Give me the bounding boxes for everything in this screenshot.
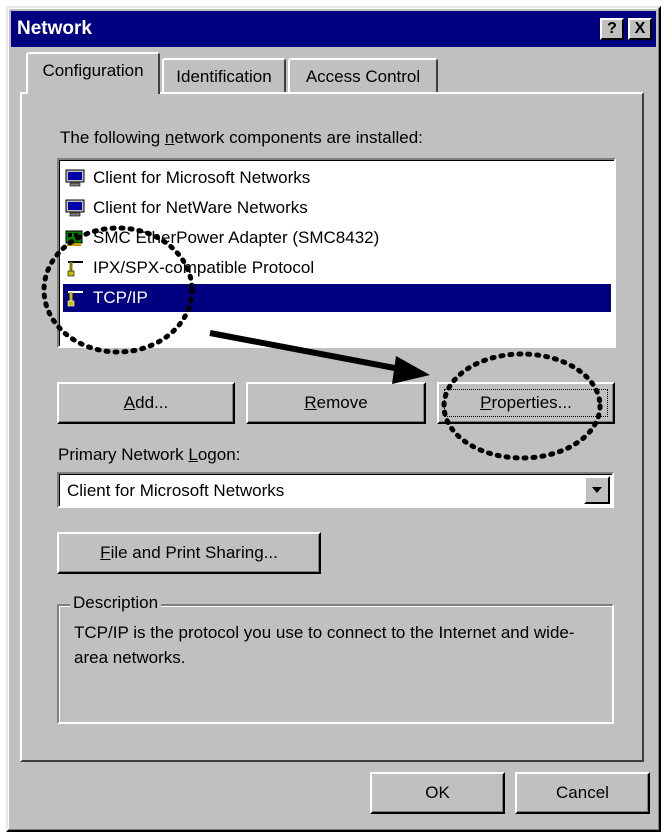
- tab-access-control[interactable]: Access Control: [288, 58, 438, 94]
- window-title: Network: [17, 18, 92, 39]
- description-text: TCP/IP is the protocol you use to connec…: [74, 623, 575, 667]
- components-list[interactable]: Client for Microsoft Networks Client for…: [57, 158, 616, 348]
- tab-configuration[interactable]: Configuration: [26, 52, 160, 94]
- properties-button[interactable]: Properties...: [437, 382, 615, 424]
- cancel-button[interactable]: Cancel: [515, 772, 650, 814]
- protocol-icon: [67, 261, 83, 277]
- protocol-icon: [67, 291, 83, 307]
- primary-logon-label: Primary Network Logon:: [58, 445, 241, 464]
- close-button[interactable]: X: [628, 18, 652, 40]
- list-item[interactable]: Client for NetWare Networks: [63, 194, 611, 222]
- chevron-down-icon[interactable]: [584, 476, 610, 504]
- network-client-icon: [65, 199, 85, 217]
- remove-button[interactable]: Remove: [246, 382, 426, 424]
- primary-logon-select[interactable]: Client for Microsoft Networks: [57, 472, 614, 508]
- network-client-icon: [65, 169, 85, 187]
- file-print-sharing-button[interactable]: File and Print Sharing...: [57, 532, 321, 574]
- add-button[interactable]: Add...: [57, 382, 235, 424]
- description-title: Description: [70, 593, 162, 613]
- list-item[interactable]: IPX/SPX-compatible Protocol: [63, 254, 611, 282]
- primary-logon-value: Client for Microsoft Networks: [67, 481, 285, 500]
- network-adapter-icon: [65, 230, 83, 246]
- list-item[interactable]: Client for Microsoft Networks: [63, 164, 611, 192]
- components-label: The following network components are ins…: [60, 128, 423, 147]
- tab-identification[interactable]: Identification: [162, 58, 286, 94]
- list-item[interactable]: SMC EtherPower Adapter (SMC8432): [63, 224, 611, 252]
- list-item-selected[interactable]: TCP/IP: [63, 284, 611, 312]
- help-button[interactable]: ?: [600, 18, 624, 40]
- title-bar[interactable]: Network ? X: [11, 11, 656, 47]
- ok-button[interactable]: OK: [370, 772, 505, 814]
